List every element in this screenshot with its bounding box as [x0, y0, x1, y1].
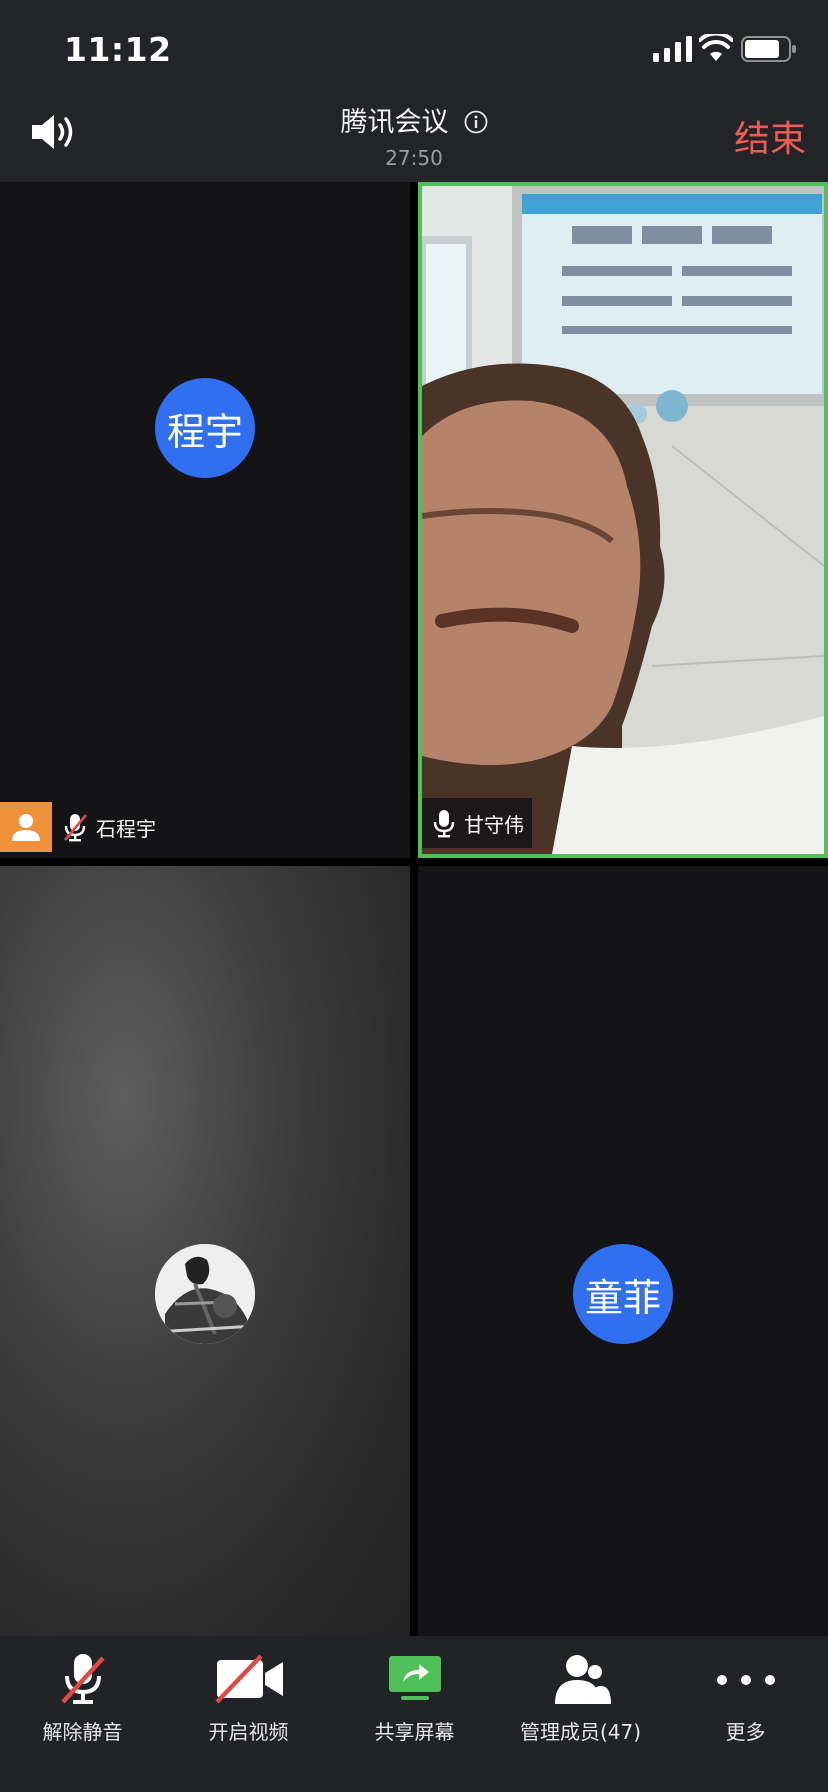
grid-divider-horizontal	[0, 858, 828, 866]
video-off-icon	[214, 1654, 283, 1704]
participant-avatar: 程宇	[155, 378, 255, 478]
more-label: 更多	[725, 1720, 766, 1744]
grid-divider-vertical	[410, 182, 418, 1636]
participant-tile-2[interactable]: 甘守伟	[418, 182, 828, 858]
participant-tile-3[interactable]	[0, 866, 410, 1636]
unmute-button[interactable]: 解除静音	[0, 1636, 165, 1792]
manage-members-button[interactable]: 管理成员(47)	[498, 1636, 663, 1792]
status-time: 11:12	[64, 30, 172, 69]
participant-tile-1[interactable]: 程宇 石程宇	[0, 182, 410, 858]
start-video-button[interactable]: 开启视频	[166, 1636, 331, 1792]
manage-members-label: 管理成员(47)	[519, 1720, 642, 1744]
mic-muted-icon	[60, 1654, 105, 1704]
meeting-title-area[interactable]: 腾讯会议	[0, 100, 828, 139]
participant-avatar: 童菲	[573, 1244, 673, 1344]
mic-icon	[433, 810, 455, 838]
share-screen-label: 共享屏幕	[374, 1720, 455, 1744]
participant-name: 石程宇	[96, 816, 156, 841]
host-badge	[0, 802, 52, 852]
members-icon	[554, 1655, 611, 1704]
participant-name-tag: 甘守伟	[422, 798, 532, 848]
more-dots-icon	[716, 1675, 775, 1685]
cellular-signal-icon	[653, 36, 692, 62]
photo-avatar-image	[155, 1244, 255, 1344]
share-screen-icon	[388, 1656, 441, 1700]
more-button[interactable]: 更多	[663, 1636, 828, 1792]
participant-tile-4[interactable]: 童菲	[418, 866, 828, 1636]
mic-muted-icon	[64, 814, 87, 842]
status-bar: 11:12	[0, 0, 828, 92]
share-screen-button[interactable]: 共享屏幕	[332, 1636, 497, 1792]
battery-icon	[741, 36, 796, 62]
meeting-header: 腾讯会议 27:50 结束	[0, 92, 828, 182]
host-person-icon	[12, 814, 40, 841]
participant-name: 甘守伟	[464, 812, 524, 837]
meeting-toolbar: 解除静音 开启视频 共享屏幕 管理成员(47) 更多	[0, 1636, 828, 1792]
meeting-title: 腾讯会议	[340, 107, 449, 138]
participant-name-tag: 石程宇	[0, 802, 164, 852]
unmute-label: 解除静音	[42, 1720, 123, 1744]
participant-video-feed	[422, 186, 824, 854]
start-video-label: 开启视频	[208, 1720, 289, 1744]
end-meeting-button[interactable]: 结束	[734, 110, 806, 162]
meeting-duration: 27:50	[385, 146, 443, 170]
info-icon[interactable]	[464, 110, 488, 134]
participant-photo-avatar	[155, 1244, 255, 1344]
wifi-icon	[699, 34, 733, 61]
